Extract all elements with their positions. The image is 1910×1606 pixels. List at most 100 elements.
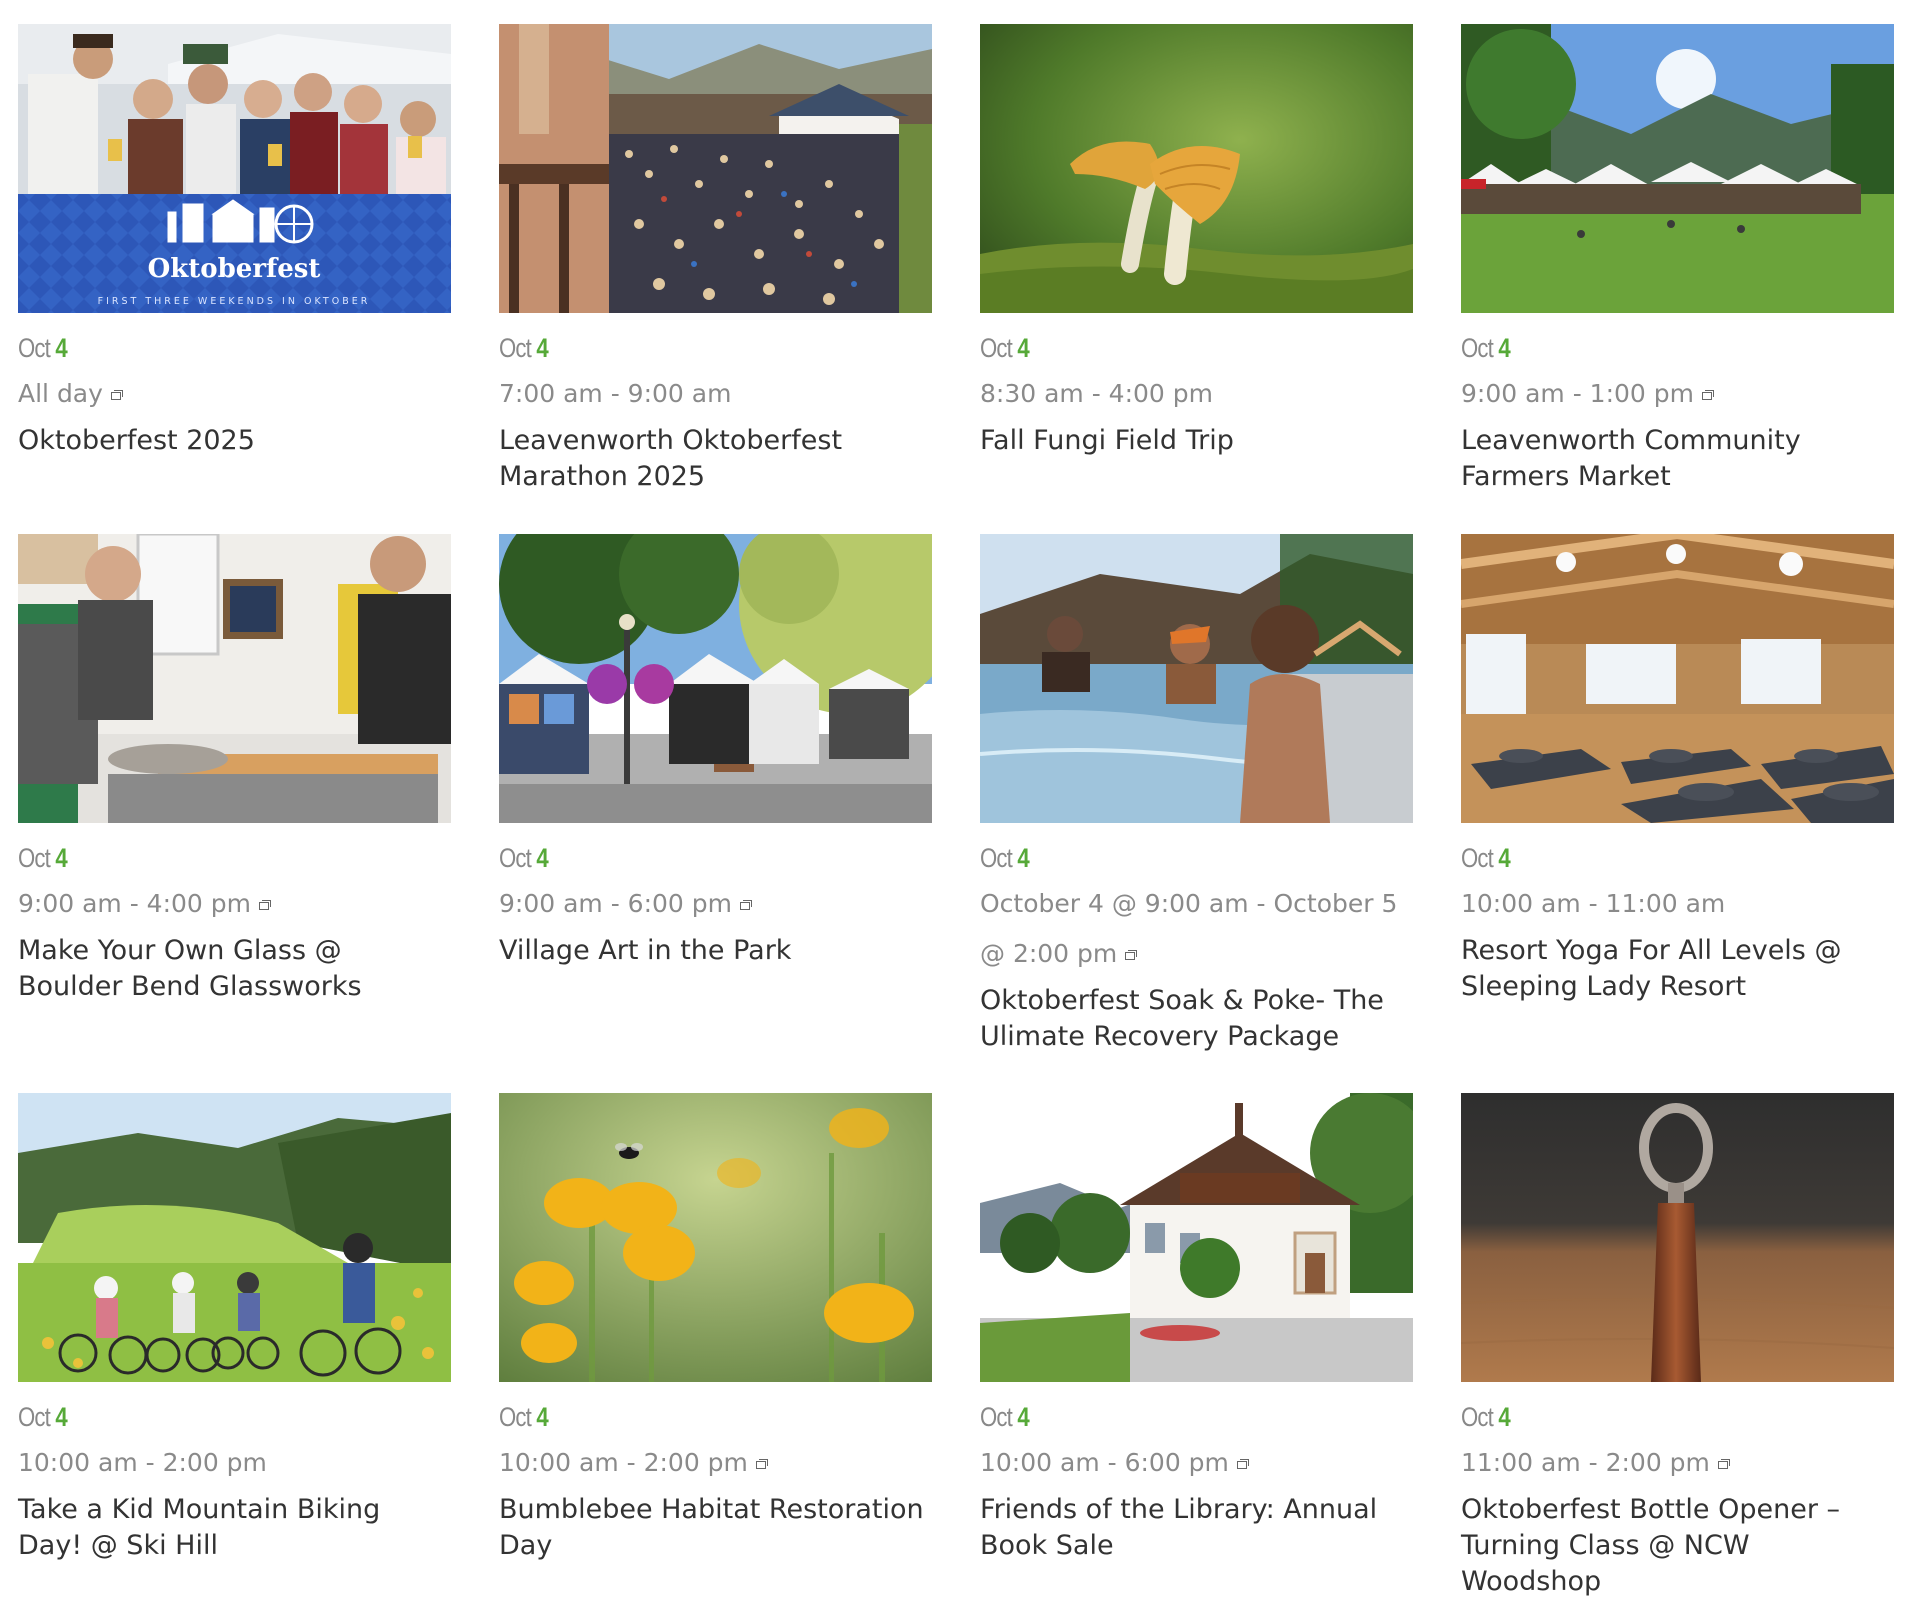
event-time: 9:00 am - 6:00 pm bbox=[499, 879, 932, 929]
event-image-art-park[interactable] bbox=[499, 534, 932, 823]
recurring-icon bbox=[1236, 1459, 1249, 1469]
event-time-text: 10:00 am - 2:00 pm bbox=[499, 1448, 748, 1477]
event-month: Oct bbox=[499, 333, 532, 363]
event-image-yoga-hall[interactable] bbox=[1461, 534, 1894, 823]
event-time: 10:00 am - 6:00 pm bbox=[980, 1438, 1413, 1488]
event-time-text: 10:00 am - 2:00 pm bbox=[18, 1448, 267, 1477]
event-time-text: 11:00 am - 2:00 pm bbox=[1461, 1448, 1710, 1477]
event-month: Oct bbox=[980, 333, 1013, 363]
event-month: Oct bbox=[499, 1402, 532, 1432]
event-day: 4 bbox=[1498, 843, 1510, 873]
event-date: Oct 4 bbox=[1461, 841, 1816, 875]
event-time-text: 9:00 am - 6:00 pm bbox=[499, 889, 732, 918]
event-month: Oct bbox=[1461, 1402, 1494, 1432]
event-card: Oct 4 10:00 am - 2:00 pm Bumblebee Habit… bbox=[499, 1093, 932, 1564]
event-card: Oct 4 10:00 am - 11:00 am Resort Yoga Fo… bbox=[1461, 534, 1894, 1005]
recurring-icon bbox=[1717, 1459, 1730, 1469]
event-day: 4 bbox=[1017, 333, 1029, 363]
event-date: Oct 4 bbox=[18, 1400, 373, 1434]
event-time: 8:30 am - 4:00 pm bbox=[980, 369, 1413, 419]
event-image-kids-biking[interactable] bbox=[18, 1093, 451, 1382]
event-image-hot-tub[interactable] bbox=[980, 534, 1413, 823]
event-day: 4 bbox=[1017, 1402, 1029, 1432]
event-day: 4 bbox=[1498, 333, 1510, 363]
event-date: Oct 4 bbox=[499, 1400, 854, 1434]
event-card: Oct 4 7:00 am - 9:00 am Leavenworth Okto… bbox=[499, 24, 932, 495]
event-time-text: 10:00 am - 11:00 am bbox=[1461, 889, 1726, 918]
event-month: Oct bbox=[18, 843, 51, 873]
event-time: 10:00 am - 11:00 am bbox=[1461, 879, 1894, 929]
event-month: Oct bbox=[18, 333, 51, 363]
event-day: 4 bbox=[1498, 1402, 1510, 1432]
event-card: Oct 4 9:00 am - 6:00 pm Village Art in t… bbox=[499, 534, 932, 969]
event-day: 4 bbox=[55, 333, 67, 363]
event-card: Oct 4 9:00 am - 4:00 pm Make Your Own Gl… bbox=[18, 534, 451, 1005]
event-date: Oct 4 bbox=[980, 1400, 1335, 1434]
recurring-icon bbox=[110, 390, 123, 400]
event-card: Oct 4 October 4 @ 9:00 am - October 5 @ … bbox=[980, 534, 1413, 1055]
event-date: Oct 4 bbox=[499, 331, 854, 365]
event-title[interactable]: Friends of the Library: Annual Book Sale bbox=[980, 1492, 1413, 1564]
event-time: 9:00 am - 4:00 pm bbox=[18, 879, 451, 929]
event-image-marathon[interactable] bbox=[499, 24, 932, 313]
banner-tagline: FIRST THREE WEEKENDS IN OKTOBER bbox=[98, 296, 371, 307]
event-date: Oct 4 bbox=[1461, 1400, 1816, 1434]
event-month: Oct bbox=[1461, 333, 1494, 363]
event-time-text: 7:00 am - 9:00 am bbox=[499, 379, 732, 408]
event-title[interactable]: Take a Kid Mountain Biking Day! @ Ski Hi… bbox=[18, 1492, 451, 1564]
recurring-icon bbox=[1125, 950, 1138, 960]
event-title[interactable]: Make Your Own Glass @ Boulder Bend Glass… bbox=[18, 933, 451, 1005]
event-card: Oct 4 9:00 am - 1:00 pm Leavenworth Comm… bbox=[1461, 24, 1894, 495]
event-month: Oct bbox=[499, 843, 532, 873]
event-time-text: October 4 @ 9:00 am - October 5 @ 2:00 p… bbox=[980, 889, 1398, 968]
event-title[interactable]: Leavenworth Oktoberfest Marathon 2025 bbox=[499, 423, 932, 495]
event-card: Oct 4 10:00 am - 6:00 pm Friends of the … bbox=[980, 1093, 1413, 1564]
event-card: Oct 4 10:00 am - 2:00 pm Take a Kid Moun… bbox=[18, 1093, 451, 1564]
event-title[interactable]: Oktoberfest Bottle Opener – Turning Clas… bbox=[1461, 1492, 1894, 1600]
event-card: Oktoberfest FIRST THREE WEEKENDS IN OKTO… bbox=[18, 24, 451, 459]
event-title[interactable]: Oktoberfest Soak & Poke- The Ulimate Rec… bbox=[980, 983, 1413, 1055]
event-date: Oct 4 bbox=[1461, 331, 1816, 365]
event-image-farmers-market[interactable] bbox=[1461, 24, 1894, 313]
event-time-text: All day bbox=[18, 379, 103, 408]
event-title[interactable]: Oktoberfest 2025 bbox=[18, 423, 451, 459]
event-date: Oct 4 bbox=[499, 841, 854, 875]
event-image-yellow-flowers[interactable] bbox=[499, 1093, 932, 1382]
event-image-oktoberfest[interactable]: Oktoberfest FIRST THREE WEEKENDS IN OKTO… bbox=[18, 24, 451, 313]
event-date: Oct 4 bbox=[18, 841, 373, 875]
event-day: 4 bbox=[536, 843, 548, 873]
event-time: 10:00 am - 2:00 pm bbox=[18, 1438, 451, 1488]
event-date: Oct 4 bbox=[980, 841, 1335, 875]
event-title[interactable]: Bumblebee Habitat Restoration Day bbox=[499, 1492, 932, 1564]
event-time: All day bbox=[18, 369, 451, 419]
event-day: 4 bbox=[55, 1402, 67, 1432]
event-month: Oct bbox=[980, 843, 1013, 873]
event-time: 7:00 am - 9:00 am bbox=[499, 369, 932, 419]
recurring-icon bbox=[755, 1459, 768, 1469]
event-image-library[interactable] bbox=[980, 1093, 1413, 1382]
recurring-icon bbox=[258, 900, 271, 910]
event-image-bottle-opener[interactable] bbox=[1461, 1093, 1894, 1382]
event-day: 4 bbox=[1017, 843, 1029, 873]
event-title[interactable]: Resort Yoga For All Levels @ Sleeping La… bbox=[1461, 933, 1894, 1005]
event-time: 11:00 am - 2:00 pm bbox=[1461, 1438, 1894, 1488]
event-date: Oct 4 bbox=[18, 331, 373, 365]
event-month: Oct bbox=[980, 1402, 1013, 1432]
event-time: October 4 @ 9:00 am - October 5 @ 2:00 p… bbox=[980, 879, 1413, 979]
event-day: 4 bbox=[536, 333, 548, 363]
event-time-text: 10:00 am - 6:00 pm bbox=[980, 1448, 1229, 1477]
event-title[interactable]: Leavenworth Community Farmers Market bbox=[1461, 423, 1894, 495]
event-date: Oct 4 bbox=[980, 331, 1335, 365]
event-time-text: 9:00 am - 1:00 pm bbox=[1461, 379, 1694, 408]
event-image-glass-workshop[interactable] bbox=[18, 534, 451, 823]
event-image-mushroom[interactable] bbox=[980, 24, 1413, 313]
event-day: 4 bbox=[55, 843, 67, 873]
event-title[interactable]: Fall Fungi Field Trip bbox=[980, 423, 1413, 459]
event-time: 9:00 am - 1:00 pm bbox=[1461, 369, 1894, 419]
banner-logo-text: Oktoberfest bbox=[148, 254, 321, 284]
recurring-icon bbox=[1701, 390, 1714, 400]
event-card: Oct 4 8:30 am - 4:00 pm Fall Fungi Field… bbox=[980, 24, 1413, 459]
event-time-text: 8:30 am - 4:00 pm bbox=[980, 379, 1213, 408]
event-title[interactable]: Village Art in the Park bbox=[499, 933, 932, 969]
event-time-text: 9:00 am - 4:00 pm bbox=[18, 889, 251, 918]
